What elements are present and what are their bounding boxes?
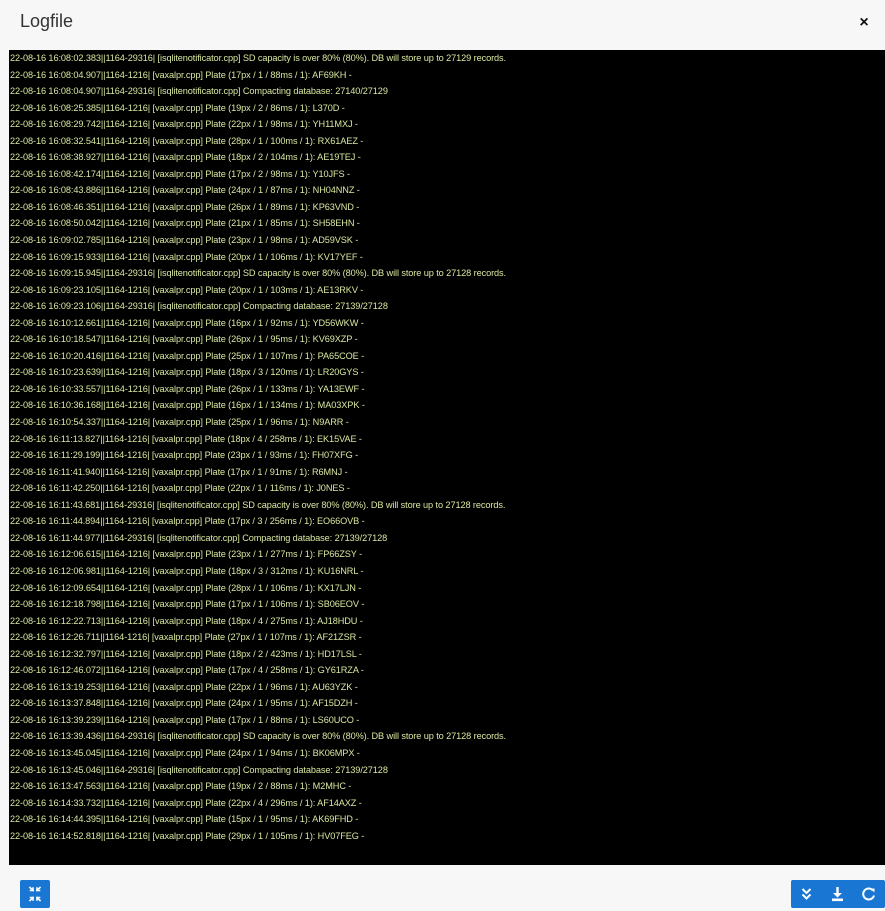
log-line: 22-08-16 16:13:45.045||1164-1216| [vaxal…	[10, 747, 360, 758]
log-line: 22-08-16 16:12:32.797||1164-1216| [vaxal…	[10, 648, 362, 659]
log-line: 22-08-16 16:09:15.945||1164-29316| [isql…	[10, 268, 507, 279]
log-line: 22-08-16 16:11:44.977||1164-29316| [isql…	[10, 532, 388, 543]
log-line: 22-08-16 16:08:25.385||1164-1216| [vaxal…	[10, 102, 345, 113]
log-line: 22-08-16 16:08:46.351||1164-1216| [vaxal…	[10, 201, 360, 212]
log-line: 22-08-16 16:10:18.547||1164-1216| [vaxal…	[10, 334, 358, 345]
log-line: 22-08-16 16:09:15.933||1164-1216| [vaxal…	[10, 251, 363, 262]
log-line: 22-08-16 16:09:23.106||1164-29316| [isql…	[10, 301, 388, 312]
log-line: 22-08-16 16:12:26.711||1164-1216| [vaxal…	[10, 632, 362, 643]
log-line: 22-08-16 16:10:33.557||1164-1216| [vaxal…	[10, 383, 365, 394]
log-line: 22-08-16 16:08:50.042||1164-1216| [vaxal…	[10, 218, 360, 229]
log-line: 22-08-16 16:08:29.742||1164-1216| [vaxal…	[10, 119, 358, 130]
log-line: 22-08-16 16:12:06.615||1164-1216| [vaxal…	[10, 549, 363, 560]
log-line: 22-08-16 16:08:02.383||1164-29316| [isql…	[10, 53, 507, 63]
log-line: 22-08-16 16:08:42.174||1164-1216| [vaxal…	[10, 168, 351, 179]
close-icon[interactable]: ×	[855, 14, 873, 32]
log-line: 22-08-16 16:10:54.337||1164-1216| [vaxal…	[10, 417, 349, 428]
scroll-to-bottom-icon	[801, 888, 812, 900]
log-line: 22-08-16 16:12:18.798||1164-1216| [vaxal…	[10, 599, 365, 610]
log-line: 22-08-16 16:10:36.168||1164-1216| [vaxal…	[10, 400, 365, 411]
dialog-footer	[0, 866, 885, 911]
log-line: 22-08-16 16:10:23.639||1164-1216| [vaxal…	[10, 367, 364, 378]
refresh-button[interactable]	[853, 880, 884, 908]
log-line: 22-08-16 16:13:47.563||1164-1216| [vaxal…	[10, 781, 352, 792]
dialog-title: Logfile	[20, 11, 74, 31]
log-line: 22-08-16 16:14:44.395||1164-1216| [vaxal…	[10, 814, 359, 825]
log-line: 22-08-16 16:12:06.981||1164-1216| [vaxal…	[10, 565, 364, 576]
log-line: 22-08-16 16:11:43.681||1164-29316| [isql…	[10, 499, 506, 510]
collapse-icon	[28, 886, 42, 902]
log-line: 22-08-16 16:10:20.416||1164-1216| [vaxal…	[10, 350, 365, 361]
download-button[interactable]	[822, 880, 853, 908]
log-line: 22-08-16 16:10:12.661||1164-1216| [vaxal…	[10, 317, 364, 328]
log-line: 22-08-16 16:11:44.894||1164-1216| [vaxal…	[10, 516, 365, 527]
log-line: 22-08-16 16:08:04.907||1164-29316| [isql…	[10, 86, 388, 97]
log-line: 22-08-16 16:09:23.105||1164-1216| [vaxal…	[10, 284, 364, 295]
log-line: 22-08-16 16:12:22.713||1164-1216| [vaxal…	[10, 615, 363, 626]
log-actions-group	[791, 880, 885, 908]
scroll-to-bottom-button[interactable]	[791, 880, 822, 908]
log-line: 22-08-16 16:11:42.250||1164-1216| [vaxal…	[10, 483, 350, 494]
download-icon	[832, 887, 843, 902]
log-line: 22-08-16 16:13:45.046||1164-29316| [isql…	[10, 764, 388, 775]
log-output[interactable]: 22-08-16 16:08:02.383||1164-29316| [isql…	[9, 50, 885, 865]
log-line: 22-08-16 16:11:13.827||1164-1216| [vaxal…	[10, 433, 362, 444]
logfile-dialog: Logfile × 22-08-16 16:08:02.383||1164-29…	[0, 0, 885, 911]
log-line: 22-08-16 16:14:52.818||1164-1216| [vaxal…	[10, 830, 365, 841]
log-line: 22-08-16 16:13:37.848||1164-1216| [vaxal…	[10, 698, 358, 709]
log-line: 22-08-16 16:13:19.253||1164-1216| [vaxal…	[10, 681, 358, 692]
log-line: 22-08-16 16:08:38.927||1164-1216| [vaxal…	[10, 152, 361, 163]
log-line: 22-08-16 16:09:02.785||1164-1216| [vaxal…	[10, 235, 359, 246]
log-line: 22-08-16 16:08:04.907||1164-1216| [vaxal…	[10, 69, 352, 80]
log-line: 22-08-16 16:14:33.732||1164-1216| [vaxal…	[10, 797, 362, 808]
log-line: 22-08-16 16:12:09.654||1164-1216| [vaxal…	[10, 582, 362, 593]
log-line: 22-08-16 16:12:46.072||1164-1216| [vaxal…	[10, 665, 364, 676]
log-line: 22-08-16 16:08:32.541||1164-1216| [vaxal…	[10, 135, 364, 146]
refresh-icon	[862, 887, 875, 901]
log-line: 22-08-16 16:11:41.940||1164-1216| [vaxal…	[10, 466, 348, 477]
dialog-header: Logfile ×	[0, 0, 885, 48]
log-line: 22-08-16 16:13:39.239||1164-1216| [vaxal…	[10, 714, 360, 725]
log-line: 22-08-16 16:08:43.886||1164-1216| [vaxal…	[10, 185, 360, 196]
log-line: 22-08-16 16:11:29.199||1164-1216| [vaxal…	[10, 450, 359, 461]
log-line: 22-08-16 16:13:39.436||1164-29316| [isql…	[10, 731, 507, 742]
collapse-button[interactable]	[20, 880, 50, 908]
